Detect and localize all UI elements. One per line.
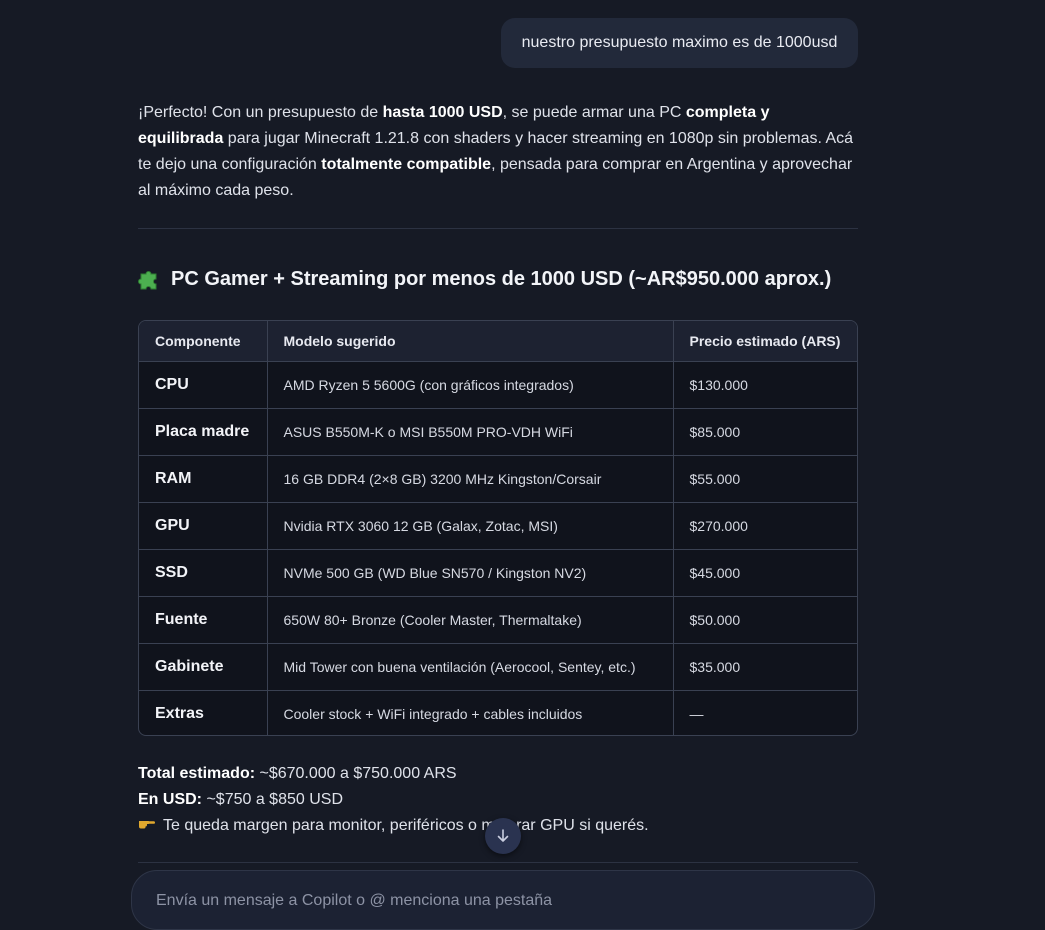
reply-bold-1: hasta 1000 USD [382,104,503,121]
section-heading-text: PC Gamer + Streaming por menos de 1000 U… [171,267,832,290]
reply-bold-3: totalmente compatible [321,156,492,173]
price-cell: $50.000 [673,596,857,644]
model-cell: Nvidia RTX 3060 12 GB (Galax, Zotac, MSI… [267,502,674,550]
section-heading: PC Gamer + Streaming por menos de 1000 U… [138,264,858,294]
user-message-text: nuestro presupuesto maximo es de 1000usd [521,34,838,51]
header-modelo: Modelo sugerido [267,321,674,362]
pointing-hand-icon [138,813,156,839]
divider [138,862,858,863]
table-row: Extras Cooler stock + WiFi integrado + c… [139,690,857,735]
model-cell: Cooler stock + WiFi integrado + cables i… [267,690,674,735]
message-input[interactable] [154,891,758,911]
reply-text-2: , se puede armar una PC [502,104,686,121]
total-label: Total estimado: [138,765,256,782]
table-row: GPU Nvidia RTX 3060 12 GB (Galax, Zotac,… [139,502,857,550]
price-cell: $55.000 [673,455,857,503]
component-cell: GPU [139,502,268,550]
message-composer[interactable] [131,870,875,930]
model-cell: AMD Ryzen 5 5600G (con gráficos integrad… [267,361,674,409]
divider [138,228,858,229]
component-cell: Fuente [139,596,268,644]
components-table: Componente Modelo sugerido Precio estima… [138,320,858,736]
table-row: RAM 16 GB DDR4 (2×8 GB) 3200 MHz Kingsto… [139,455,857,503]
price-cell: $35.000 [673,643,857,691]
total-value: ~$670.000 a $750.000 ARS [255,765,457,782]
usd-value: ~$750 a $850 USD [202,791,343,808]
component-cell: Gabinete [139,643,268,691]
total-usd-line: En USD: ~$750 a $850 USD [138,787,858,813]
scroll-to-bottom-button[interactable] [485,818,521,854]
usd-label: En USD: [138,791,202,808]
table-row: SSD NVMe 500 GB (WD Blue SN570 / Kingsto… [139,549,857,597]
table-row: Fuente 650W 80+ Bronze (Cooler Master, T… [139,596,857,644]
note-text: Te queda margen para monitor, periférico… [163,817,649,834]
total-ars-line: Total estimado: ~$670.000 a $750.000 ARS [138,761,858,787]
table-row: CPU AMD Ryzen 5 5600G (con gráficos inte… [139,361,857,409]
assistant-reply-paragraph: ¡Perfecto! Con un presupuesto de hasta 1… [138,100,858,204]
model-cell: NVMe 500 GB (WD Blue SN570 / Kingston NV… [267,549,674,597]
reply-text-1: ¡Perfecto! Con un presupuesto de [138,104,383,121]
model-cell: Mid Tower con buena ventilación (Aerocoo… [267,643,674,691]
puzzle-piece-icon [138,268,160,290]
component-cell: SSD [139,549,268,597]
component-cell: RAM [139,455,268,503]
arrow-down-icon [497,829,509,842]
table-header-row: Componente Modelo sugerido Precio estima… [139,321,857,362]
header-componente: Componente [139,321,268,362]
user-message-bubble: nuestro presupuesto maximo es de 1000usd [501,18,858,68]
component-cell: Placa madre [139,408,268,456]
price-cell: — [689,705,704,722]
header-precio: Precio estimado (ARS) [673,321,857,362]
component-cell: Extras [139,690,268,735]
table-row: Placa madre ASUS B550M-K o MSI B550M PRO… [139,408,857,456]
price-cell: $270.000 [673,502,857,550]
table-row: Gabinete Mid Tower con buena ventilación… [139,643,857,691]
model-cell: 16 GB DDR4 (2×8 GB) 3200 MHz Kingston/Co… [267,455,674,503]
price-cell: $45.000 [673,549,857,597]
model-cell: 650W 80+ Bronze (Cooler Master, Thermalt… [267,596,674,644]
price-cell: $85.000 [673,408,857,456]
price-cell: $130.000 [673,361,857,409]
component-cell: CPU [139,361,268,409]
model-cell: ASUS B550M-K o MSI B550M PRO-VDH WiFi [267,408,674,456]
